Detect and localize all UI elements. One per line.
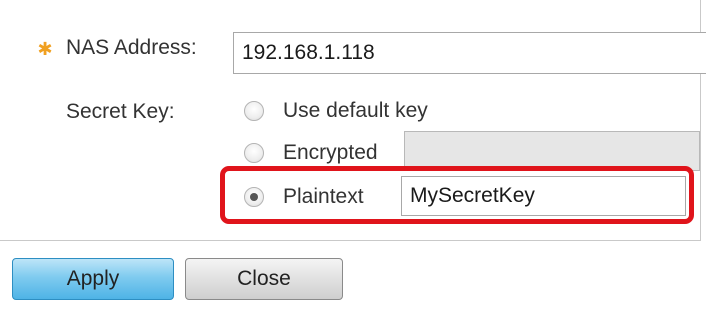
radio-label: Encrypted	[283, 141, 378, 164]
settings-panel: ✱ NAS Address: Secret Key: Use default k…	[0, 0, 706, 241]
nas-address-input[interactable]	[233, 32, 706, 74]
nas-address-label: NAS Address:	[66, 36, 197, 59]
radio-encrypted[interactable]: Encrypted	[244, 141, 378, 165]
close-button[interactable]: Close	[185, 258, 343, 300]
radio-use-default-key[interactable]: Use default key	[244, 99, 428, 123]
radio-label: Use default key	[283, 99, 428, 122]
apply-button[interactable]: Apply	[12, 258, 174, 300]
plaintext-key-input[interactable]	[401, 176, 686, 216]
gear-icon: ✱	[37, 39, 53, 59]
radio-button[interactable]	[244, 101, 264, 121]
radio-plaintext[interactable]: Plaintext	[244, 185, 364, 209]
radio-button-selected[interactable]	[244, 187, 264, 207]
encrypted-key-input[interactable]	[404, 131, 700, 171]
radio-label: Plaintext	[283, 185, 364, 208]
secret-key-label: Secret Key:	[66, 100, 175, 123]
secret-key-row: Secret Key:	[66, 100, 175, 124]
radio-button[interactable]	[244, 143, 264, 163]
nas-address-row: NAS Address:	[66, 36, 197, 60]
